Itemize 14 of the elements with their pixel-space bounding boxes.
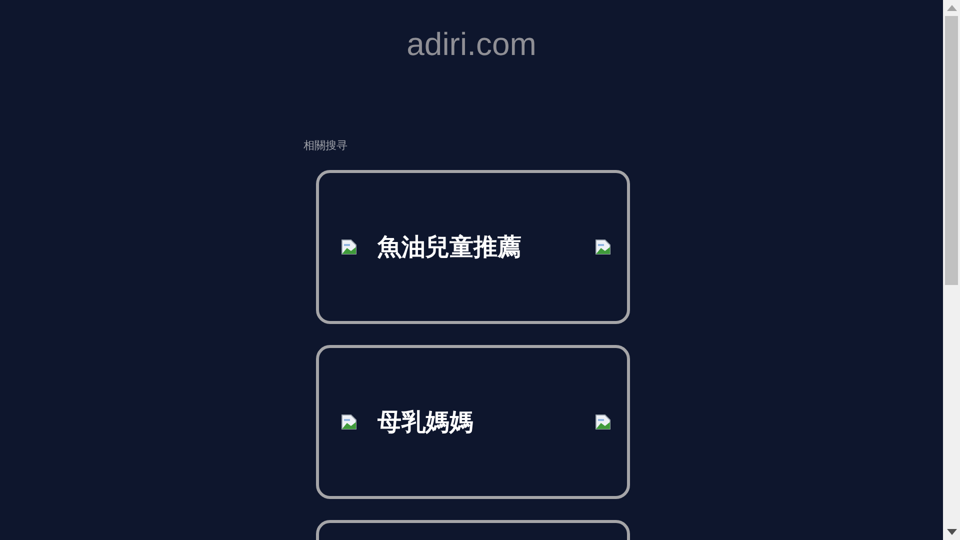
section-label: 相關搜寻 [304,139,348,153]
broken-image-icon [594,239,610,255]
scroll-up-icon[interactable] [946,5,956,11]
card-label: 母乳媽媽 [378,407,474,438]
broken-image-icon [594,414,610,430]
scroll-down-icon[interactable] [946,529,956,535]
scroll-thumb[interactable] [945,16,958,285]
broken-image-icon [340,239,356,255]
card-label: 魚油兒童推薦 [378,232,522,263]
search-card[interactable]: 母乳媽媽 [316,345,630,499]
search-card[interactable]: 魚油兒童推薦 [316,170,630,324]
site-title: adiri.com [406,26,536,62]
broken-image-icon [340,414,356,430]
scrollbar[interactable] [943,0,960,540]
